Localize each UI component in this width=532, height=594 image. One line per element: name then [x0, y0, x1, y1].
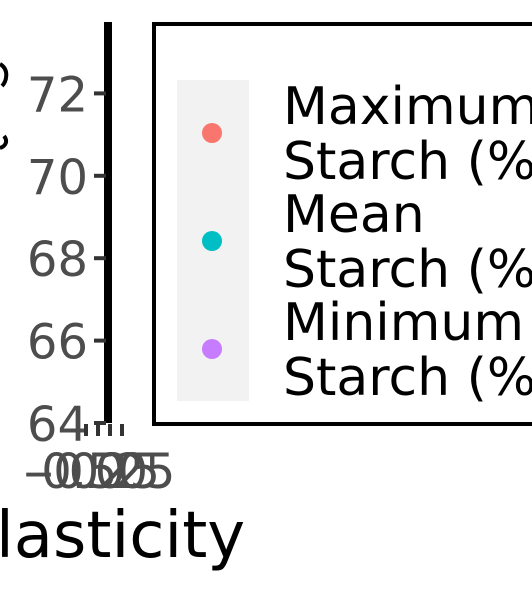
x-tick-label: 0.25	[69, 444, 176, 500]
x-axis-title: lasticity	[0, 499, 245, 573]
legend: MaximumStarch (%MeanStarch (%MinimumStar…	[152, 22, 532, 426]
legend-label-line: Mean	[283, 185, 425, 245]
legend-label-line: Maximum	[283, 77, 532, 137]
y-tick-label: 70	[27, 150, 88, 206]
legend-key-dot	[202, 123, 222, 143]
y-axis-title-fragment	[0, 62, 9, 150]
legend-label-line: Starch (%	[283, 240, 532, 300]
legend-key-dot	[202, 339, 222, 359]
chart: 6466687072 -0.50-0.2500.25 lasticity Max…	[0, 22, 532, 573]
y-ticks: 6466687072	[27, 67, 106, 453]
y-tick-label: 66	[27, 315, 88, 371]
y-tick-label: 68	[27, 232, 88, 288]
legend-label-line: Starch (%	[283, 348, 532, 408]
legend-key-dot	[202, 231, 222, 251]
y-tick-label: 72	[27, 67, 88, 123]
legend-items: MaximumStarch (%MeanStarch (%MinimumStar…	[177, 77, 532, 408]
legend-label-line: Minimum	[283, 293, 524, 353]
legend-label-line: Starch (%	[283, 132, 532, 192]
